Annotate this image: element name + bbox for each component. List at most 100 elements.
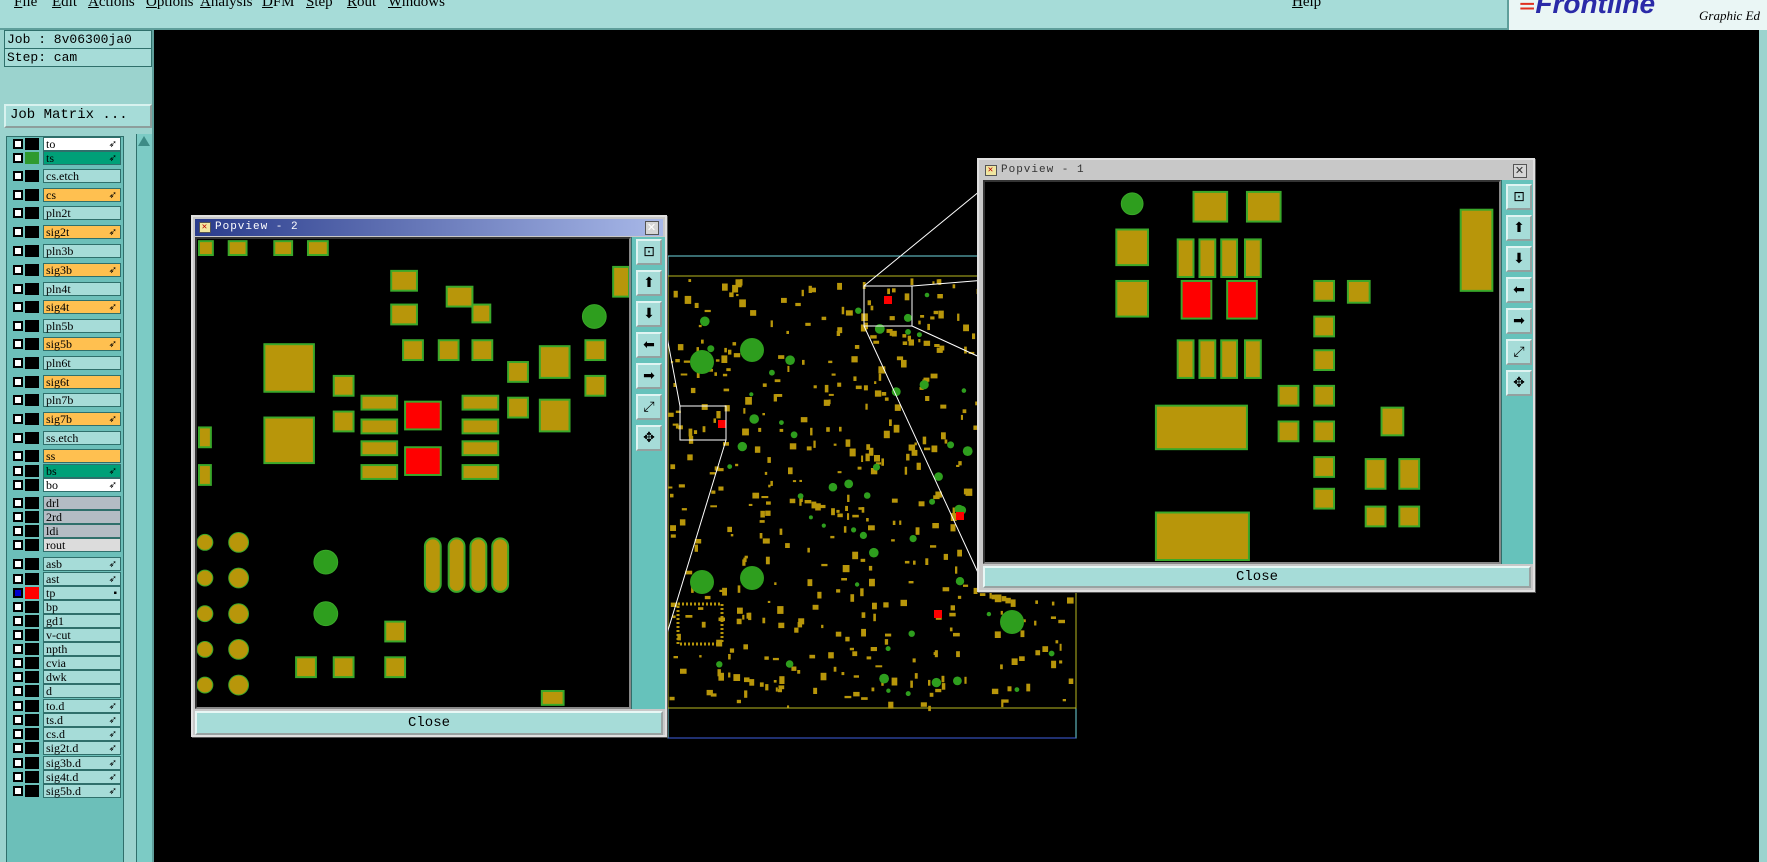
pan-left-icon[interactable]: ⬅ <box>1506 277 1532 303</box>
layer-color-swatch[interactable] <box>25 450 39 462</box>
scroll-up-arrow-icon[interactable] <box>138 136 150 146</box>
layer-name-label[interactable]: sig7b ➶ <box>43 412 121 426</box>
layer-color-swatch[interactable] <box>25 587 39 599</box>
layer-visibility-checkbox[interactable] <box>13 265 23 275</box>
layer-visibility-checkbox[interactable] <box>13 284 23 294</box>
layer-row-ts[interactable]: ts ➶ <box>9 151 123 165</box>
layer-row-v-cut[interactable]: v-cut <box>9 628 123 642</box>
layer-name-label[interactable]: gd1 <box>43 614 121 628</box>
layer-color-swatch[interactable] <box>25 189 39 201</box>
layer-color-swatch[interactable] <box>25 465 39 477</box>
layer-name-label[interactable]: sig5b ➶ <box>43 337 121 351</box>
menu-file[interactable]: File <box>14 0 37 11</box>
layer-row-rout[interactable]: rout <box>9 538 123 552</box>
layer-color-swatch[interactable] <box>25 757 39 769</box>
zoom-home-icon[interactable]: ⊡ <box>1506 184 1532 210</box>
layer-name-label[interactable]: asb ➶ <box>43 557 121 571</box>
layer-row-ts.d[interactable]: ts.d ➶ <box>9 713 123 727</box>
layer-visibility-checkbox[interactable] <box>13 466 23 476</box>
layer-row-pln7b[interactable]: pln7b <box>9 393 123 407</box>
layer-row-sig5b[interactable]: sig5b ➶ <box>9 337 123 351</box>
layer-visibility-checkbox[interactable] <box>13 246 23 256</box>
layer-color-swatch[interactable] <box>25 264 39 276</box>
popview-1-titlebar[interactable]: ✕ Popview - 1 ✕ <box>981 162 1531 179</box>
popview-1-close-button[interactable]: Close <box>983 566 1531 588</box>
layer-row-to.d[interactable]: to.d ➶ <box>9 699 123 713</box>
menu-options[interactable]: Options <box>146 0 194 11</box>
layer-visibility-checkbox[interactable] <box>13 729 23 739</box>
layer-name-label[interactable]: sig4t ➶ <box>43 300 121 314</box>
layer-visibility-checkbox[interactable] <box>13 395 23 405</box>
layer-row-d[interactable]: d <box>9 684 123 698</box>
layer-visibility-checkbox[interactable] <box>13 451 23 461</box>
layer-color-swatch[interactable] <box>25 320 39 332</box>
pan-down-icon[interactable]: ⬇ <box>636 301 662 327</box>
layer-name-label[interactable]: sig6t <box>43 375 121 389</box>
layer-color-swatch[interactable] <box>25 700 39 712</box>
layer-visibility-checkbox[interactable] <box>13 743 23 753</box>
layer-name-label[interactable]: pln7b <box>43 393 121 407</box>
layer-color-swatch[interactable] <box>25 685 39 697</box>
layer-name-label[interactable]: bs ➶ <box>43 464 121 478</box>
layer-visibility-checkbox[interactable] <box>13 616 23 626</box>
layer-row-sig4t[interactable]: sig4t ➶ <box>9 300 123 314</box>
layer-visibility-checkbox[interactable] <box>13 672 23 682</box>
job-matrix-button[interactable]: Job Matrix ... <box>4 104 152 128</box>
layer-visibility-checkbox[interactable] <box>13 715 23 725</box>
zoom-home-icon[interactable]: ⊡ <box>636 239 662 265</box>
layer-row-drl[interactable]: drl <box>9 496 123 510</box>
layer-name-label[interactable]: ss <box>43 449 121 463</box>
pan-left-icon[interactable]: ⬅ <box>636 332 662 358</box>
pan-down-icon[interactable]: ⬇ <box>1506 246 1532 272</box>
zoom-fit-icon[interactable]: ⤢ <box>636 394 662 420</box>
layer-visibility-checkbox[interactable] <box>13 171 23 181</box>
layer-color-swatch[interactable] <box>25 138 39 150</box>
layer-row-ss[interactable]: ss <box>9 449 123 463</box>
layer-row-ast[interactable]: ast ➶ <box>9 572 123 586</box>
layer-visibility-checkbox[interactable] <box>13 227 23 237</box>
layer-row-cs.etch[interactable]: cs.etch <box>9 169 123 183</box>
layer-visibility-checkbox[interactable] <box>13 208 23 218</box>
menu-analysis[interactable]: Analysis <box>200 0 253 11</box>
layer-visibility-checkbox[interactable] <box>13 758 23 768</box>
layer-color-swatch[interactable] <box>25 615 39 627</box>
zoom-area-icon[interactable]: ✥ <box>636 425 662 451</box>
layer-row-sig2t[interactable]: sig2t ➶ <box>9 225 123 239</box>
layer-visibility-checkbox[interactable] <box>13 414 23 424</box>
layer-name-label[interactable]: ss.etch <box>43 431 121 445</box>
layer-visibility-checkbox[interactable] <box>13 559 23 569</box>
layer-name-label[interactable]: sig3b.d ➶ <box>43 756 121 770</box>
layer-name-label[interactable]: d <box>43 684 121 698</box>
menu-step[interactable]: Step <box>306 0 333 11</box>
popview-2-view[interactable] <box>195 237 631 709</box>
menu-rout[interactable]: Rout <box>347 0 376 11</box>
layer-name-label[interactable]: pln2t <box>43 206 121 220</box>
layer-name-label[interactable]: to.d ➶ <box>43 699 121 713</box>
zoom-fit-icon[interactable]: ⤢ <box>1506 339 1532 365</box>
layer-name-label[interactable]: ast ➶ <box>43 572 121 586</box>
layer-color-swatch[interactable] <box>25 497 39 509</box>
layer-visibility-checkbox[interactable] <box>13 139 23 149</box>
pan-up-icon[interactable]: ⬆ <box>1506 215 1532 241</box>
layer-visibility-checkbox[interactable] <box>13 686 23 696</box>
layer-name-label[interactable]: sig3b ➶ <box>43 263 121 277</box>
layer-row-sig6t[interactable]: sig6t <box>9 375 123 389</box>
layer-color-swatch[interactable] <box>25 301 39 313</box>
layer-color-swatch[interactable] <box>25 226 39 238</box>
layer-name-label[interactable]: bp <box>43 600 121 614</box>
layer-visibility-checkbox[interactable] <box>13 302 23 312</box>
layer-color-swatch[interactable] <box>25 558 39 570</box>
layer-name-label[interactable]: tp ▪ <box>43 586 121 600</box>
layer-color-swatch[interactable] <box>25 742 39 754</box>
layer-visibility-checkbox[interactable] <box>13 190 23 200</box>
layer-row-bo[interactable]: bo ➶ <box>9 478 123 492</box>
layer-color-swatch[interactable] <box>25 573 39 585</box>
layer-color-swatch[interactable] <box>25 479 39 491</box>
layer-visibility-checkbox[interactable] <box>13 701 23 711</box>
layer-color-swatch[interactable] <box>25 511 39 523</box>
layer-list-scrollbar[interactable] <box>136 134 152 862</box>
layer-color-swatch[interactable] <box>25 152 39 164</box>
layer-color-swatch[interactable] <box>25 728 39 740</box>
layer-row-sig3b[interactable]: sig3b ➶ <box>9 263 123 277</box>
layer-color-swatch[interactable] <box>25 785 39 797</box>
